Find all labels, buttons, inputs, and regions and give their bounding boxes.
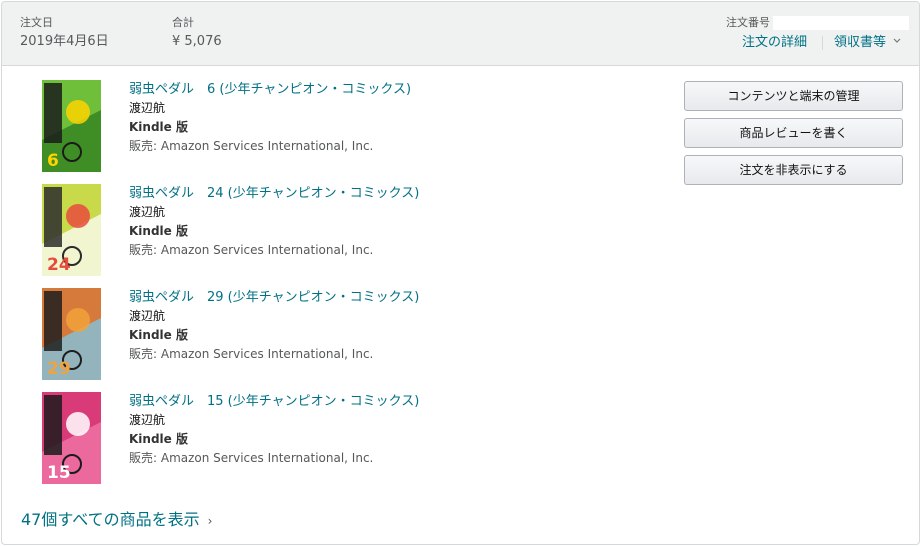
order-card: 注文日 2019年4月6日 合計 ¥ 5,076 注文番号 注文の詳細 領収書等…	[1, 1, 920, 545]
cover-volume-number: 29	[47, 359, 71, 379]
item-format: Kindle 版	[129, 432, 188, 446]
order-item-row: 24 弱虫ペダル 24 (少年チャンピオン・コミックス) 渡辺航 Kindle 版販売…	[2, 184, 662, 276]
item-title-link[interactable]: 弱虫ペダル 24 (少年チャンピオン・コミックス)	[129, 186, 419, 202]
order-item-row: 6 弱虫ペダル 6 (少年チャンピオン・コミックス) 渡辺航 Kindle 版販売: …	[2, 80, 662, 172]
order-date: 2019年4月6日	[20, 34, 109, 49]
show-all-items-link[interactable]: 47個すべての商品を表示 ›	[21, 510, 212, 531]
show-all-label: 47個すべての商品を表示	[21, 510, 200, 529]
item-author: 渡辺航	[129, 413, 166, 427]
order-number-redacted	[773, 16, 909, 30]
cover-volume-number: 15	[47, 463, 71, 483]
item-author: 渡辺航	[129, 309, 166, 323]
order-details-link[interactable]: 注文の詳細	[742, 35, 807, 51]
chevron-down-icon[interactable]	[892, 34, 902, 48]
chevron-right-icon: ›	[207, 514, 213, 528]
order-item-row: 29 弱虫ペダル 29 (少年チャンピオン・コミックス) 渡辺航 Kindle 版販売…	[2, 288, 662, 380]
book-cover-image[interactable]: 6	[42, 80, 101, 172]
item-format: Kindle 版	[129, 120, 188, 134]
cover-volume-number: 6	[47, 151, 59, 171]
item-format: Kindle 版	[129, 224, 188, 238]
order-item-row: 15 弱虫ペダル 15 (少年チャンピオン・コミックス) 渡辺航 Kindle 版販売…	[2, 392, 662, 484]
manage-content-button[interactable]: コンテンツと端末の管理	[684, 81, 903, 111]
order-number-label: 注文番号	[726, 16, 770, 29]
item-seller: 販売: Amazon Services International, Inc.	[129, 451, 374, 465]
order-header: 注文日 2019年4月6日 合計 ¥ 5,076 注文番号 注文の詳細 領収書等	[2, 2, 919, 66]
total-label: 合計	[172, 16, 194, 29]
write-review-button[interactable]: 商品レビューを書く	[684, 118, 903, 148]
order-date-label: 注文日	[20, 16, 53, 29]
header-divider	[822, 36, 823, 50]
book-cover-image[interactable]: 29	[42, 288, 101, 380]
item-title-link[interactable]: 弱虫ペダル 6 (少年チャンピオン・コミックス)	[129, 82, 411, 98]
receipt-dropdown[interactable]: 領収書等	[834, 35, 886, 51]
order-total: ¥ 5,076	[172, 34, 222, 49]
item-seller: 販売: Amazon Services International, Inc.	[129, 139, 374, 153]
item-seller: 販売: Amazon Services International, Inc.	[129, 243, 374, 257]
book-cover-image[interactable]: 24	[42, 184, 101, 276]
item-author: 渡辺航	[129, 101, 166, 115]
cover-volume-number: 24	[47, 255, 71, 275]
item-author: 渡辺航	[129, 205, 166, 219]
book-cover-image[interactable]: 15	[42, 392, 101, 484]
item-seller: 販売: Amazon Services International, Inc.	[129, 347, 374, 361]
item-title-link[interactable]: 弱虫ペダル 29 (少年チャンピオン・コミックス)	[129, 290, 419, 306]
item-title-link[interactable]: 弱虫ペダル 15 (少年チャンピオン・コミックス)	[129, 394, 419, 410]
hide-order-button[interactable]: 注文を非表示にする	[684, 155, 903, 185]
item-format: Kindle 版	[129, 328, 188, 342]
